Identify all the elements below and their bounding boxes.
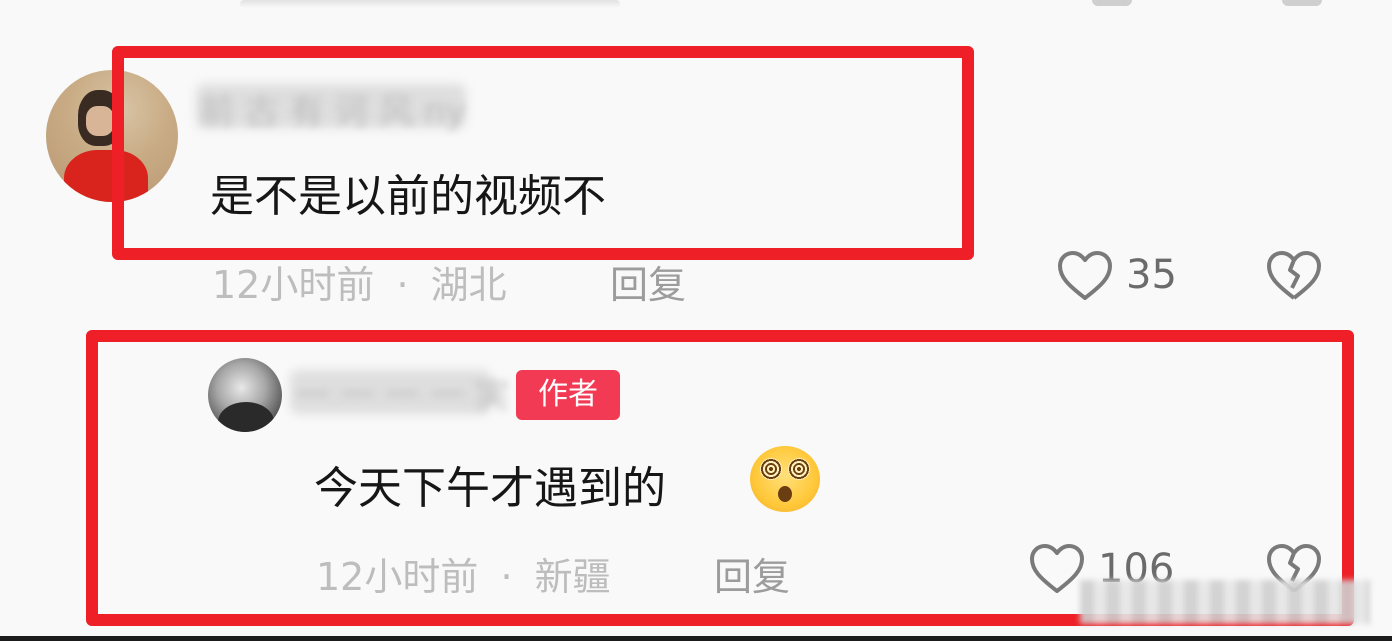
dizzy-face-emoji xyxy=(750,446,820,512)
username[interactable]: 一 一 一 一 実 xyxy=(296,368,509,417)
username[interactable]: 前 古 有 诃 风 ny xyxy=(200,84,466,133)
comment-text: 今天下午才遇到的 xyxy=(314,463,666,514)
comment-location: 湖北 xyxy=(430,263,507,307)
broken-heart-icon[interactable] xyxy=(1266,250,1322,302)
comment-time: 12小时前 xyxy=(212,263,375,307)
comment-thread: 前 古 有 诃 风 ny 是不是以前的视频不 12小时前 · 湖北 回复 35 … xyxy=(0,0,1392,641)
heart-outline-icon[interactable] xyxy=(1056,250,1114,302)
author-badge: 作者 xyxy=(516,370,620,420)
previous-comment-remnant xyxy=(240,0,620,8)
previous-comment-icons-remnant xyxy=(1082,0,1322,8)
highlight-box xyxy=(112,46,974,260)
like-count: 35 xyxy=(1126,252,1177,298)
heart-outline-icon[interactable] xyxy=(1028,543,1086,595)
avatar[interactable] xyxy=(208,358,282,432)
comment-text: 是不是以前的视频不 xyxy=(210,171,606,222)
reply-button[interactable]: 回复 xyxy=(714,546,790,601)
watermark-blur xyxy=(1080,580,1370,624)
comment-meta: 12小时前 · 湖北 xyxy=(212,254,507,309)
comment-location: 新疆 xyxy=(534,555,611,599)
avatar[interactable] xyxy=(46,70,178,202)
reply-button[interactable]: 回复 xyxy=(610,254,686,309)
meta-separator: · xyxy=(396,263,409,307)
bottom-edge xyxy=(0,636,1392,641)
comment-meta: 12小时前 · 新疆 xyxy=(316,546,611,601)
meta-separator: · xyxy=(500,555,513,599)
comment-time: 12小时前 xyxy=(316,555,479,599)
